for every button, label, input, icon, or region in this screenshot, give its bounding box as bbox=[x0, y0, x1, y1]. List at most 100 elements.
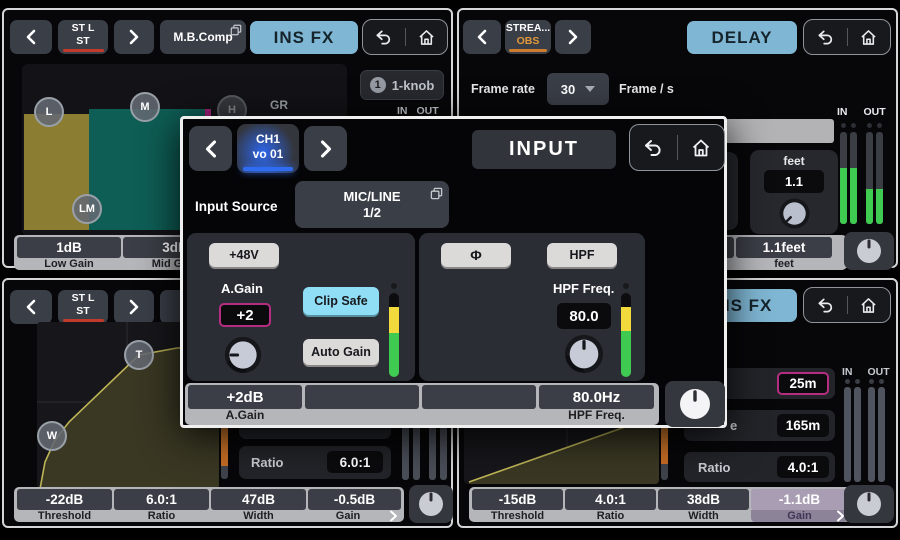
phase-button[interactable]: Φ bbox=[441, 243, 511, 267]
input-source-label: Input Source bbox=[195, 199, 278, 214]
next-channel-button[interactable] bbox=[304, 126, 347, 171]
one-knob-button[interactable]: 1 1-knob bbox=[360, 70, 444, 100]
peak-dot bbox=[877, 123, 882, 128]
preset-button[interactable]: M.B.Comp bbox=[160, 20, 246, 54]
prev-channel-button[interactable] bbox=[10, 20, 52, 54]
param-cell-ratio[interactable]: 4.0:1 bbox=[565, 489, 656, 510]
home-button[interactable] bbox=[852, 20, 886, 54]
home-button[interactable] bbox=[684, 125, 718, 170]
undo-button[interactable] bbox=[367, 20, 401, 54]
param-cell-2[interactable] bbox=[305, 385, 419, 409]
param-label: Ratio bbox=[114, 510, 209, 522]
channel-sub: vo 01 bbox=[253, 147, 284, 161]
peak-dot bbox=[855, 379, 860, 384]
param-cell-width[interactable]: 47dB bbox=[211, 489, 306, 510]
divider bbox=[677, 135, 678, 160]
chevron-right-icon bbox=[128, 298, 140, 316]
undo-button[interactable] bbox=[636, 125, 670, 170]
knob-assign-button[interactable] bbox=[665, 381, 725, 427]
out-meter-l bbox=[866, 132, 873, 224]
param-label: Ratio bbox=[565, 510, 656, 522]
next-channel-button[interactable] bbox=[114, 290, 154, 324]
param-cell-feet[interactable]: 1.1feet bbox=[736, 237, 832, 258]
param-cell-hpf-freq[interactable]: 80.0Hz bbox=[539, 385, 654, 409]
home-button[interactable] bbox=[852, 288, 886, 322]
out-label: OUT bbox=[868, 366, 890, 378]
gr-label: GR bbox=[270, 98, 288, 112]
threshold-handle[interactable]: T bbox=[124, 340, 154, 370]
ratio-value[interactable]: 4.0:1 bbox=[777, 456, 829, 478]
param-cell-width[interactable]: 38dB bbox=[658, 489, 749, 510]
param-cell-threshold[interactable]: -15dB bbox=[472, 489, 563, 510]
low-handle[interactable]: L bbox=[34, 97, 64, 127]
next-channel-button[interactable] bbox=[114, 20, 154, 54]
next-channel-button[interactable] bbox=[555, 20, 591, 54]
channel-select-button[interactable]: ST L ST bbox=[58, 20, 108, 54]
knob-assign-button[interactable] bbox=[409, 485, 453, 523]
channel-name: CH1 bbox=[256, 132, 280, 146]
chevron-left-icon bbox=[204, 138, 218, 160]
screen-title: INS FX bbox=[250, 21, 358, 54]
undo-button[interactable] bbox=[808, 288, 842, 322]
attack-value[interactable]: 25m bbox=[777, 372, 829, 395]
peak-dot bbox=[841, 123, 846, 128]
knob-assign-button[interactable] bbox=[844, 485, 894, 523]
preset-name: M.B.Comp bbox=[173, 30, 232, 44]
param-cell-threshold[interactable]: -22dB bbox=[17, 489, 112, 510]
channel-select-button[interactable]: CH1 vo 01 bbox=[237, 124, 299, 173]
release-value[interactable]: 165m bbox=[777, 414, 829, 437]
in-meter-l bbox=[840, 132, 847, 224]
knob-assign-button[interactable] bbox=[844, 232, 894, 270]
chevron-right-icon bbox=[319, 138, 333, 160]
param-cell-gain[interactable]: -1.1dB bbox=[751, 489, 848, 510]
divider bbox=[405, 28, 406, 47]
undo-icon bbox=[641, 136, 665, 160]
param-cell-lowgain[interactable]: 1dB bbox=[17, 237, 121, 258]
input-source-button[interactable]: MIC/LINE 1/2 bbox=[295, 181, 449, 228]
peak-dot bbox=[623, 283, 629, 289]
hpf-knob[interactable] bbox=[563, 333, 605, 375]
lowmid-handle[interactable]: LM bbox=[72, 194, 102, 224]
feet-knob[interactable] bbox=[778, 197, 811, 230]
again-value[interactable]: +2 bbox=[219, 303, 271, 327]
auto-gain-button[interactable]: Auto Gain bbox=[303, 339, 379, 365]
one-knob-badge-icon: 1 bbox=[370, 77, 386, 93]
analog-gain-card: +48V A.Gain +2 Clip Safe Auto Gain bbox=[187, 233, 415, 381]
phantom-48v-button[interactable]: +48V bbox=[209, 243, 279, 267]
channel-select-button[interactable]: STREA... OBS bbox=[505, 20, 551, 54]
undo-icon bbox=[373, 27, 394, 48]
param-cell-3[interactable] bbox=[422, 385, 536, 409]
home-button[interactable] bbox=[409, 20, 443, 54]
chevron-left-icon bbox=[476, 28, 488, 46]
in-meter-r bbox=[850, 132, 857, 224]
more-params-chevron-icon[interactable] bbox=[389, 510, 398, 522]
ratio-value[interactable]: 6.0:1 bbox=[327, 451, 383, 473]
hpf-button[interactable]: HPF bbox=[547, 243, 617, 267]
param-label: Low Gain bbox=[17, 258, 121, 270]
prev-channel-button[interactable] bbox=[463, 20, 501, 54]
mid-handle[interactable]: M bbox=[130, 92, 160, 122]
peak-dot bbox=[879, 379, 884, 384]
width-handle[interactable]: W bbox=[37, 421, 67, 451]
hpf-freq-value[interactable]: 80.0 bbox=[557, 303, 611, 329]
feet-value[interactable]: 1.1 bbox=[764, 170, 824, 193]
screen-title: DELAY bbox=[687, 21, 797, 54]
prev-channel-button[interactable] bbox=[189, 126, 232, 171]
param-cell-ratio[interactable]: 6.0:1 bbox=[114, 489, 209, 510]
channel-sub: ST bbox=[76, 305, 89, 318]
param-cell-again[interactable]: +2dB bbox=[188, 385, 302, 409]
out-meter-l bbox=[868, 387, 875, 482]
param-cell-gain[interactable]: -0.5dB bbox=[308, 489, 401, 510]
undo-button[interactable] bbox=[808, 20, 842, 54]
chevron-right-icon bbox=[128, 28, 140, 46]
frame-rate-dropdown[interactable]: 30 bbox=[547, 73, 609, 105]
divider bbox=[847, 28, 848, 47]
prev-channel-button[interactable] bbox=[10, 290, 52, 324]
again-knob[interactable] bbox=[223, 335, 263, 375]
ratio-label: Ratio bbox=[698, 460, 731, 475]
channel-select-button[interactable]: ST L ST bbox=[58, 290, 108, 324]
knob-icon bbox=[856, 238, 882, 264]
again-label: A.Gain bbox=[221, 281, 263, 296]
clip-safe-button[interactable]: Clip Safe bbox=[303, 287, 379, 315]
chevron-right-icon bbox=[567, 28, 579, 46]
